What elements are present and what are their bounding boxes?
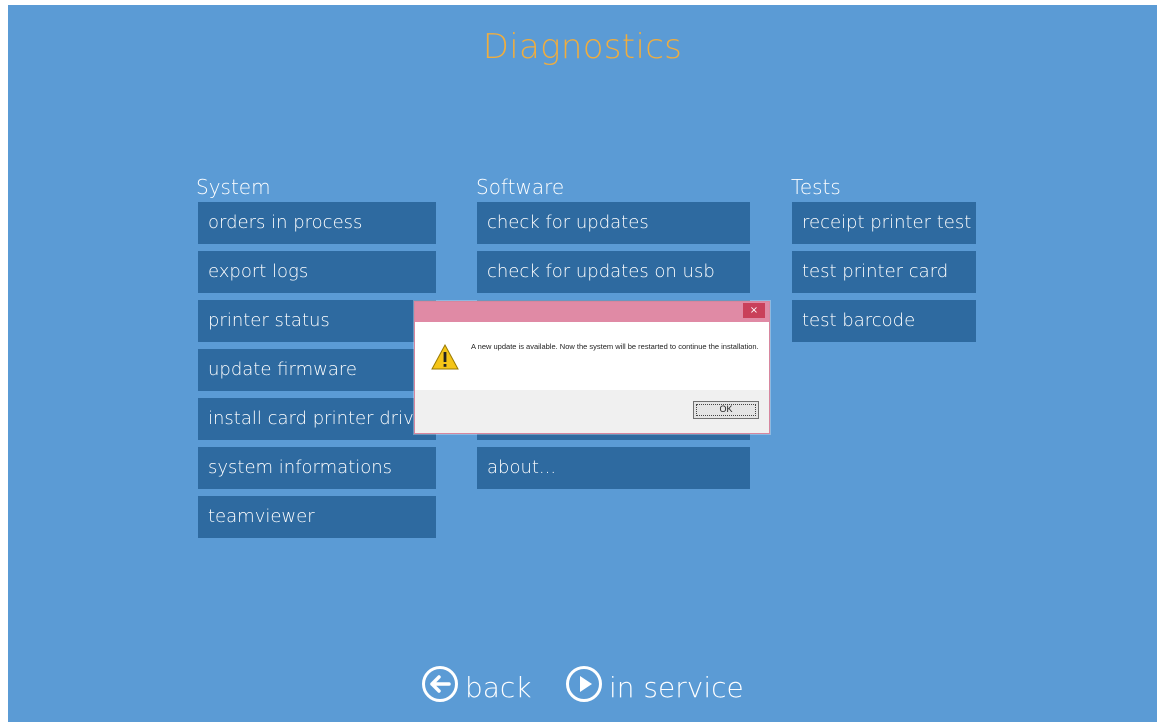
test-printer-card-button[interactable]: test printer card [792,251,976,293]
export-logs-button[interactable]: export logs [198,251,436,293]
in-service-label: in service [609,670,744,704]
teamviewer-button[interactable]: teamviewer [198,496,436,538]
dialog-close-button[interactable]: × [743,303,765,318]
printer-status-button[interactable]: printer status [198,300,436,342]
install-card-printer-driver-button[interactable]: install card printer drive [198,398,436,440]
update-dialog: × A new update is available. Now the sys… [414,301,770,434]
dialog-body: A new update is available. Now the syste… [415,322,769,390]
test-barcode-button[interactable]: test barcode [792,300,976,342]
system-heading: System [196,175,271,199]
about-button[interactable]: about... [477,447,750,489]
check-for-updates-usb-button[interactable]: check for updates on usb [477,251,750,293]
page-title: Diagnostics [482,27,683,67]
tests-heading: Tests [791,175,841,199]
play-circle-icon [565,665,609,710]
system-informations-button[interactable]: system informations [198,447,436,489]
back-label: back [465,670,532,704]
receipt-printer-test-button[interactable]: receipt printer test [792,202,976,244]
back-button[interactable]: back [421,665,532,709]
in-service-button[interactable]: in service [565,665,744,709]
check-for-updates-button[interactable]: check for updates [477,202,750,244]
warning-icon [431,343,459,374]
dialog-footer: OK [415,390,769,433]
dialog-message: A new update is available. Now the syste… [471,342,759,351]
software-heading: Software [476,175,565,199]
dialog-titlebar[interactable]: × [415,302,769,322]
diagnostics-screen: Diagnostics System orders in process exp… [8,5,1157,722]
orders-in-process-button[interactable]: orders in process [198,202,436,244]
update-firmware-button[interactable]: update firmware [198,349,436,391]
ok-button[interactable]: OK [693,401,759,419]
arrow-left-circle-icon [421,665,465,710]
